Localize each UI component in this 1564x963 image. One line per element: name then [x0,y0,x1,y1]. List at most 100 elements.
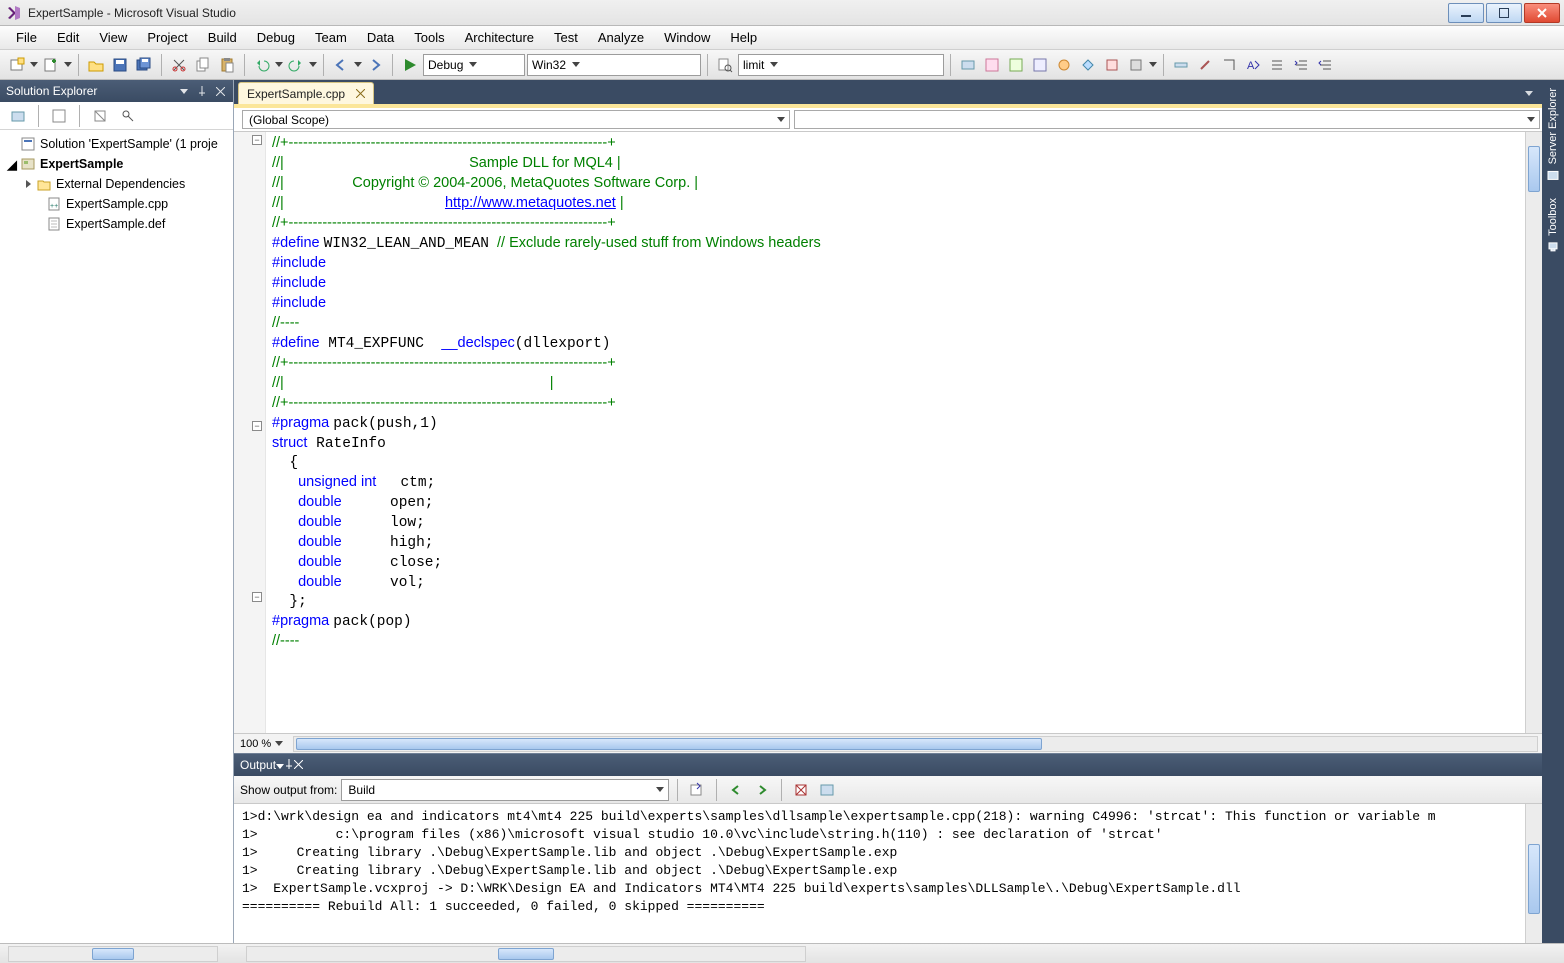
maximize-button[interactable] [1486,3,1522,23]
add-item-drop-icon[interactable] [64,62,72,67]
redo-drop-icon[interactable] [309,62,317,67]
toolbar-icon-j[interactable] [1194,54,1216,76]
start-debug-icon[interactable] [399,54,421,76]
document-tab-active[interactable]: ExpertSample.cpp [238,82,374,104]
menu-test[interactable]: Test [544,28,588,47]
new-project-icon[interactable] [6,54,28,76]
minimize-button[interactable] [1448,3,1484,23]
tree-file-cpp[interactable]: ++ ExpertSample.cpp [0,194,233,214]
menu-architecture[interactable]: Architecture [455,28,544,47]
se-home-icon[interactable] [6,105,30,127]
tab-close-icon[interactable] [353,87,367,101]
save-all-icon[interactable] [133,54,155,76]
output-source-combo[interactable]: Build [341,779,669,801]
panel-close-icon[interactable] [213,84,227,98]
tabwell-dropdown-icon[interactable] [1522,86,1536,100]
tree-project-node[interactable]: ◢ ExpertSample [0,154,233,174]
solution-platform-combo[interactable]: Win32 [527,54,701,76]
solution-config-combo[interactable]: Debug [423,54,525,76]
menu-data[interactable]: Data [357,28,404,47]
output-vscrollbar[interactable] [1525,804,1542,943]
panel-pin-icon[interactable] [195,84,209,98]
tree-external-deps[interactable]: External Dependencies [0,174,233,194]
output-dropdown-icon[interactable] [276,758,284,772]
menu-help[interactable]: Help [720,28,767,47]
toolbar-icon-l[interactable]: A [1242,54,1264,76]
solution-tree[interactable]: Solution 'ExpertSample' (1 proje ◢ Exper… [0,130,233,943]
nav-back-drop-icon[interactable] [354,62,362,67]
paste-icon[interactable] [216,54,238,76]
navigate-back-icon[interactable] [330,54,352,76]
undo-drop-icon[interactable] [275,62,283,67]
redo-icon[interactable] [285,54,307,76]
editor-vscrollbar[interactable] [1525,132,1542,733]
menu-window[interactable]: Window [654,28,720,47]
menu-view[interactable]: View [89,28,137,47]
menu-edit[interactable]: Edit [47,28,89,47]
close-button[interactable] [1524,3,1560,23]
toolbar-icon-k[interactable] [1218,54,1240,76]
editor-gutter[interactable]: − − − [234,132,266,733]
output-prev-icon[interactable] [725,779,747,801]
editor-hscrollbar[interactable] [293,736,1538,752]
toolbar-icon-b[interactable] [981,54,1003,76]
expander-icon[interactable] [22,180,34,188]
panel-dropdown-icon[interactable] [177,84,191,98]
toolbar-icon-a[interactable] [957,54,979,76]
output-clear-icon[interactable] [790,779,812,801]
fold-icon[interactable]: − [252,592,262,602]
toolbox-tab[interactable]: Toolbox [1546,190,1560,262]
cut-icon[interactable] [168,54,190,76]
add-item-icon[interactable] [40,54,62,76]
find-in-files-icon[interactable] [714,54,736,76]
menu-analyze[interactable]: Analyze [588,28,654,47]
zoom-combo[interactable]: 100 % [234,738,289,750]
toolbar-icon-f[interactable] [1077,54,1099,76]
menu-project[interactable]: Project [137,28,197,47]
tree-solution-node[interactable]: Solution 'ExpertSample' (1 proje [0,134,233,154]
open-file-icon[interactable] [85,54,107,76]
se-showall-icon[interactable] [88,105,112,127]
toolbar-icon-g[interactable] [1101,54,1123,76]
toolbar-icon-h[interactable] [1125,54,1147,76]
navigate-fwd-icon[interactable] [364,54,386,76]
scope-combo-right[interactable] [794,110,1540,129]
menu-file[interactable]: File [6,28,47,47]
menu-team[interactable]: Team [305,28,357,47]
tree-file-def[interactable]: ExpertSample.def [0,214,233,234]
toolbar-icon-c[interactable] [1005,54,1027,76]
output-pin-icon[interactable] [284,758,294,772]
output-next-icon[interactable] [751,779,773,801]
bottom-scroll-left[interactable] [8,946,218,962]
save-icon[interactable] [109,54,131,76]
toolbar-icon-o[interactable] [1314,54,1336,76]
se-refresh-icon[interactable] [47,105,71,127]
expander-icon[interactable]: ◢ [6,157,18,172]
se-properties-icon[interactable] [116,105,140,127]
copy-icon[interactable] [192,54,214,76]
toolbar-icon-d[interactable] [1029,54,1051,76]
file-cpp-label: ExpertSample.cpp [66,197,168,211]
toolbar-icon-e[interactable] [1053,54,1075,76]
output-text[interactable]: 1>d:\wrk\design ea and indicators mt4\mt… [234,804,1525,943]
toolbar-icon-i[interactable] [1170,54,1192,76]
server-explorer-tab[interactable]: Server Explorer [1546,80,1560,190]
fold-icon[interactable]: − [252,135,262,145]
undo-icon[interactable] [251,54,273,76]
scope-combo-left[interactable]: (Global Scope) [242,110,790,129]
menu-debug[interactable]: Debug [247,28,305,47]
bottom-scroll-right[interactable] [246,946,806,962]
fold-icon[interactable]: − [252,421,262,431]
code-editor[interactable]: //+-------------------------------------… [266,132,1525,733]
find-combo[interactable]: limit [738,54,944,76]
toolbar-icon-n[interactable] [1290,54,1312,76]
output-wrap-icon[interactable] [816,779,838,801]
new-project-drop-icon[interactable] [30,62,38,67]
toolbar-icon-m[interactable] [1266,54,1288,76]
menu-tools[interactable]: Tools [404,28,454,47]
output-close-icon[interactable] [294,758,303,772]
project-icon [20,156,36,172]
menu-build[interactable]: Build [198,28,247,47]
output-goto-icon[interactable] [686,779,708,801]
toolbar-icon-h-drop[interactable] [1149,62,1157,67]
